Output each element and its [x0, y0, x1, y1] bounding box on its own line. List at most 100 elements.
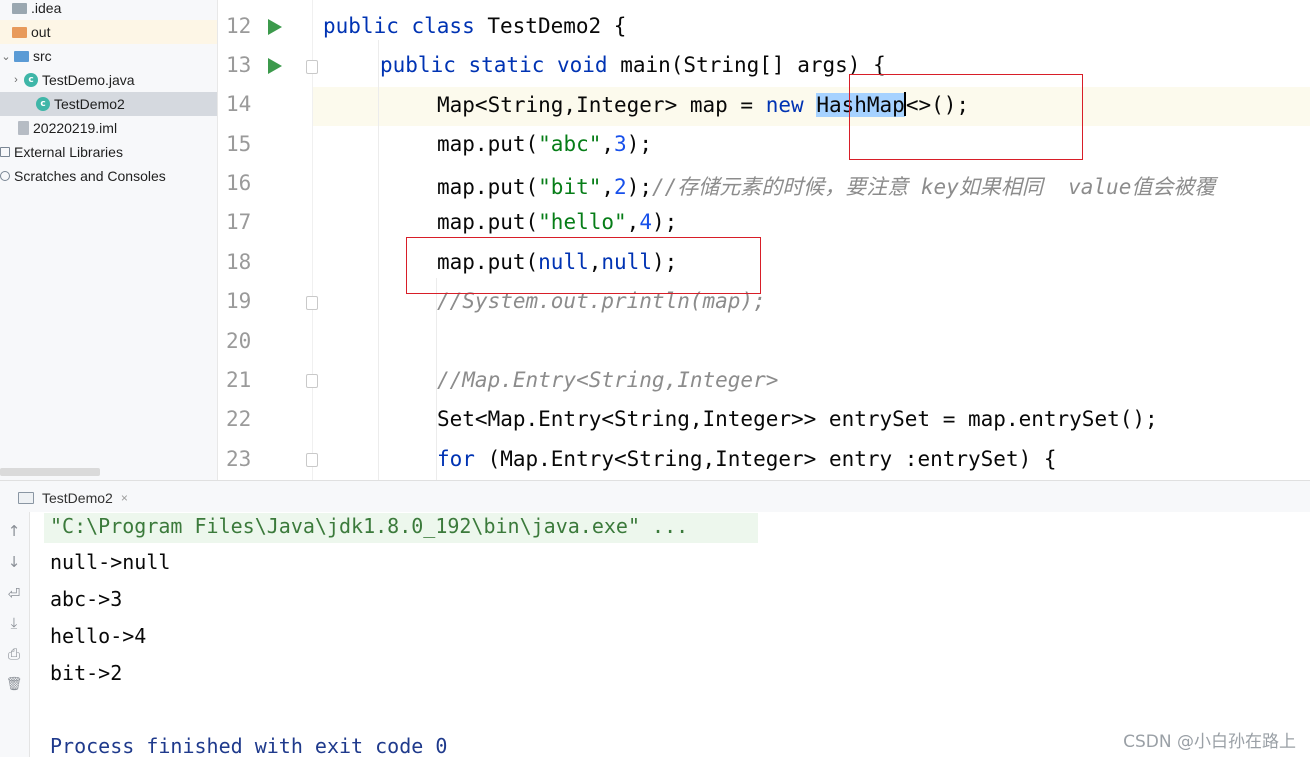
tree-item-out[interactable]: out: [0, 20, 217, 44]
line-number: 22: [226, 407, 252, 431]
module-file-icon: [18, 121, 29, 135]
console-output-line: hello->4: [50, 624, 147, 648]
watermark: CSDN @小白孙在路上: [1123, 732, 1296, 752]
tab-label: TestDemo2: [42, 490, 113, 506]
code-token: new: [765, 93, 817, 117]
console-exit-line: Process finished with exit code 0: [50, 734, 448, 757]
code-line-15[interactable]: map.put("abc",3);: [437, 132, 652, 156]
scroll-down-icon[interactable]: ↓: [4, 552, 24, 572]
fold-icon[interactable]: [306, 453, 318, 467]
code-token: "abc": [538, 132, 602, 156]
code-token: 4: [639, 210, 652, 234]
folder-icon: [12, 2, 27, 14]
console-command-line: "C:\Program Files\Java\jdk1.8.0_192\bin\…: [50, 514, 689, 538]
folder-icon: [12, 26, 27, 38]
library-icon: [0, 147, 10, 157]
close-icon[interactable]: ×: [121, 491, 128, 505]
line-number: 16: [226, 171, 252, 195]
tree-item-label: TestDemo.java: [42, 72, 135, 88]
console-output[interactable]: [31, 512, 1310, 757]
console-output-line: bit->2: [50, 661, 123, 685]
line-number: 13: [226, 53, 252, 77]
tab-testdemo2[interactable]: TestDemo2 ×: [18, 486, 128, 510]
code-token: Set<Map.Entry<String,Integer>> entrySet …: [437, 407, 1158, 431]
code-token: Map<String,Integer> map =: [437, 93, 766, 117]
console-icon: [18, 492, 34, 504]
tree-item-testdemo2[interactable]: c TestDemo2: [0, 92, 217, 116]
code-comment: //Map.Entry<String,Integer>: [437, 368, 779, 392]
tree-item-iml[interactable]: 20220219.iml: [0, 116, 217, 140]
code-token: main(String[] args) {: [620, 53, 886, 77]
line-number: 17: [226, 210, 252, 234]
tree-item-testdemo-java[interactable]: › c TestDemo.java: [0, 68, 217, 92]
line-number: 15: [226, 132, 252, 156]
code-line-22[interactable]: Set<Map.Entry<String,Integer>> entrySet …: [437, 407, 1158, 431]
code-token: ,: [601, 175, 615, 199]
tree-item-label: 20220219.iml: [33, 120, 118, 136]
code-token: map.put(: [437, 210, 539, 234]
code-token: );: [651, 210, 678, 234]
print-icon[interactable]: ⎙: [4, 644, 24, 664]
code-token: );: [626, 132, 652, 156]
chevron-down-icon[interactable]: ⌄: [0, 50, 12, 63]
run-main-icon[interactable]: [268, 58, 282, 74]
folder-icon: [14, 50, 29, 62]
tree-item-scratches[interactable]: Scratches and Consoles: [0, 164, 217, 188]
scroll-up-icon[interactable]: ↑: [4, 521, 24, 541]
code-token: "bit": [538, 175, 602, 199]
run-toolbar: ↑ ↓ ⏎ ⤓ ⎙ 🗑: [0, 512, 30, 757]
code-token: 3: [614, 132, 627, 156]
indent-guide: [378, 40, 379, 480]
code-line-12[interactable]: public class TestDemo2 {: [323, 14, 626, 38]
code-token: "hello": [538, 210, 627, 234]
tree-item-label: .idea: [31, 0, 62, 16]
annotation-box-hashmap: [849, 74, 1083, 160]
project-tree: .idea out ⌄ src › c TestDemo.java c Test…: [0, 0, 218, 480]
fold-icon[interactable]: [306, 296, 318, 310]
code-token: 2: [614, 175, 627, 199]
line-number: 12: [226, 14, 252, 38]
code-line-16[interactable]: map.put("bit",2);//存储元素的时候，要注意 key如果相同 v…: [437, 171, 1215, 201]
tree-item-idea[interactable]: .idea: [0, 0, 217, 20]
line-number: 21: [226, 368, 252, 392]
run-class-icon[interactable]: [268, 19, 282, 35]
tree-item-label: src: [33, 48, 52, 64]
code-token: for: [437, 447, 488, 471]
code-token: map.put(: [437, 132, 539, 156]
line-number: 18: [226, 250, 252, 274]
line-number: 19: [226, 289, 252, 313]
code-token: );: [626, 175, 652, 199]
fold-icon[interactable]: [306, 374, 318, 388]
trash-icon[interactable]: 🗑: [4, 675, 24, 695]
sidebar-scrollbar[interactable]: [0, 468, 100, 476]
tree-item-label: Scratches and Consoles: [14, 168, 166, 184]
tree-item-src[interactable]: ⌄ src: [0, 44, 217, 68]
console-output-line: null->null: [50, 550, 171, 574]
chevron-right-icon[interactable]: ›: [10, 74, 22, 86]
code-token: TestDemo2 {: [487, 14, 627, 38]
tree-item-label: TestDemo2: [54, 96, 125, 112]
code-line-13[interactable]: public static void main(String[] args) {: [380, 53, 886, 77]
soft-wrap-icon[interactable]: ⏎: [4, 584, 24, 604]
tree-item-label: out: [31, 24, 51, 40]
code-line-21[interactable]: //Map.Entry<String,Integer>: [437, 368, 778, 392]
code-line-23[interactable]: for (Map.Entry<String,Integer> entry :en…: [437, 447, 1057, 471]
run-tab-bar: TestDemo2 ×: [0, 480, 1310, 512]
tree-item-external-libraries[interactable]: External Libraries: [0, 140, 217, 164]
line-number: 20: [226, 329, 252, 353]
code-comment: //存储元素的时候，要注意 key如果相同 value值会被覆: [651, 175, 1216, 199]
annotation-box-null-put: [406, 237, 761, 294]
code-line-17[interactable]: map.put("hello",4);: [437, 210, 677, 234]
java-class-icon: c: [24, 73, 38, 87]
code-token: map.put(: [437, 175, 539, 199]
code-token: (Map.Entry<String,Integer> entry :entryS…: [487, 447, 1057, 471]
scroll-to-end-icon[interactable]: ⤓: [4, 613, 24, 633]
code-token: public class: [323, 14, 488, 38]
code-token: ,: [601, 132, 615, 156]
code-token: public static void: [380, 53, 621, 77]
fold-icon[interactable]: [306, 60, 318, 74]
console-output-line: abc->3: [50, 587, 123, 611]
line-number: 23: [226, 447, 252, 471]
java-class-icon: c: [36, 97, 50, 111]
code-token: ,: [626, 210, 640, 234]
